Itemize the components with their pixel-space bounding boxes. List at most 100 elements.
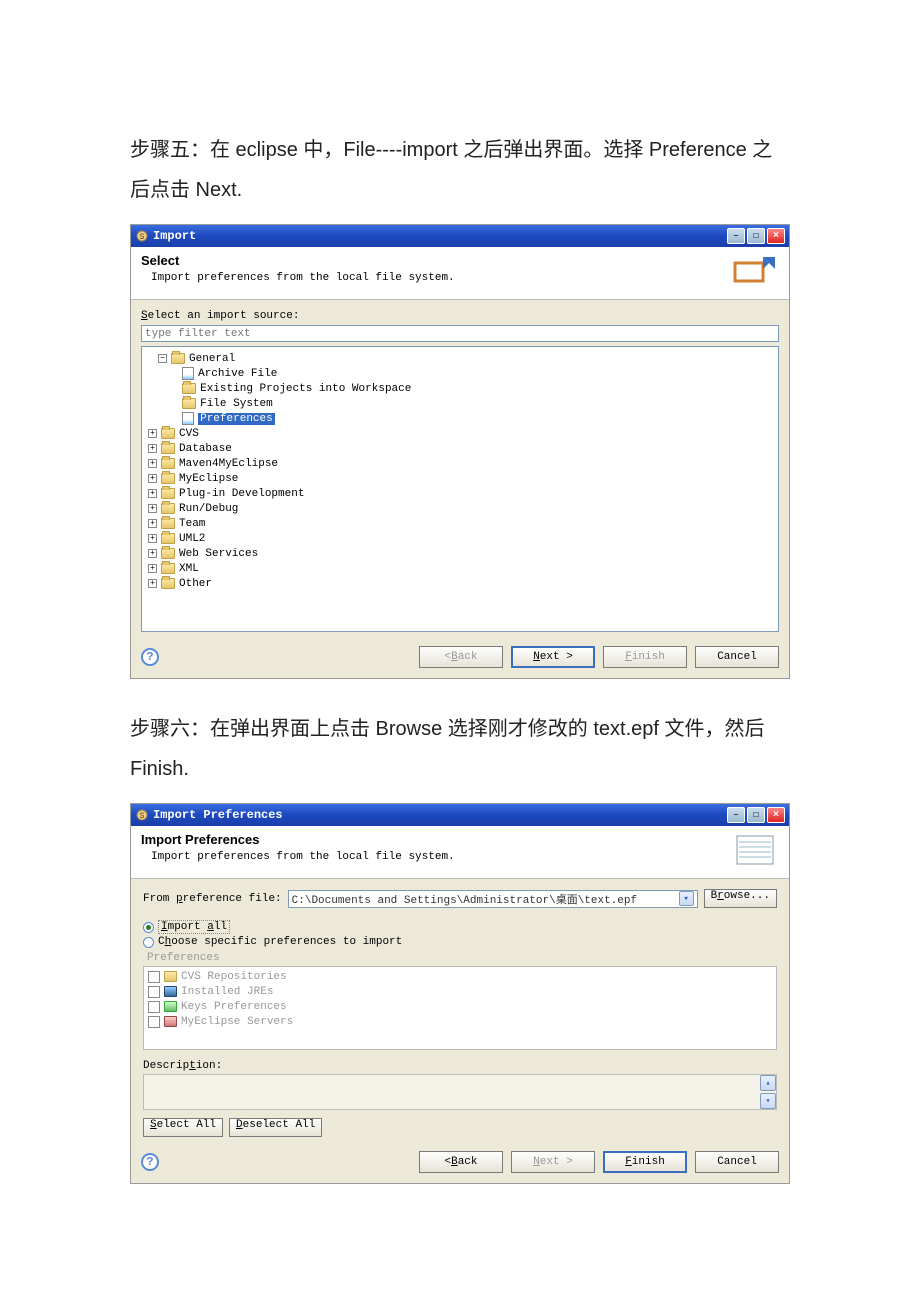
preference-file-combo[interactable]: C:\Documents and Settings\Administrator\… bbox=[288, 890, 698, 908]
archive-file-icon bbox=[182, 367, 194, 380]
choose-specific-radio[interactable]: Choose specific preferences to import bbox=[143, 936, 777, 948]
description-box: ▴ ▾ bbox=[143, 1074, 777, 1110]
header-desc: Import preferences from the local file s… bbox=[141, 851, 455, 863]
import-preferences-dialog: S Import Preferences – ☐ × Import Prefer… bbox=[130, 803, 790, 1184]
spin-up-icon[interactable]: ▴ bbox=[760, 1075, 776, 1091]
select-all-button[interactable]: Select All bbox=[143, 1118, 223, 1137]
dialog-header: Import Preferences Import preferences fr… bbox=[131, 826, 789, 879]
tree-node-general[interactable]: − General bbox=[148, 351, 772, 366]
checkbox-icon[interactable] bbox=[148, 1001, 160, 1013]
expand-icon[interactable]: + bbox=[148, 564, 157, 573]
maximize-button[interactable]: ☐ bbox=[747, 807, 765, 823]
tree-node-cvs[interactable]: + CVS bbox=[148, 426, 772, 441]
import-all-radio[interactable]: Import all bbox=[143, 920, 777, 934]
collapse-icon[interactable]: − bbox=[158, 354, 167, 363]
minimize-button[interactable]: – bbox=[727, 228, 745, 244]
expand-icon[interactable]: + bbox=[148, 429, 157, 438]
dialog-header: Select Import preferences from the local… bbox=[131, 247, 789, 300]
tree-node-filesys[interactable]: File System bbox=[148, 396, 772, 411]
expand-icon[interactable]: + bbox=[148, 474, 157, 483]
minimize-button[interactable]: – bbox=[727, 807, 745, 823]
expand-icon[interactable]: + bbox=[148, 504, 157, 513]
preferences-page-icon bbox=[731, 832, 779, 868]
expand-icon[interactable]: + bbox=[148, 459, 157, 468]
expand-icon[interactable]: + bbox=[148, 519, 157, 528]
tree-label: Web Services bbox=[179, 548, 258, 560]
combo-value: C:\Documents and Settings\Administrator\… bbox=[292, 891, 637, 907]
next-button[interactable]: Next > bbox=[511, 1151, 595, 1173]
pref-item-label: MyEclipse Servers bbox=[181, 1016, 293, 1028]
folder-icon bbox=[161, 443, 175, 454]
finish-button[interactable]: Finish bbox=[603, 646, 687, 668]
folder-icon bbox=[161, 578, 175, 589]
tree-label: MyEclipse bbox=[179, 473, 238, 485]
tree-label: General bbox=[189, 353, 235, 365]
back-button[interactable]: < Back bbox=[419, 646, 503, 668]
maximize-button[interactable]: ☐ bbox=[747, 228, 765, 244]
checkbox-icon[interactable] bbox=[148, 986, 160, 998]
close-button[interactable]: × bbox=[767, 807, 785, 823]
source-label: Select an import source: bbox=[141, 310, 779, 322]
source-tree[interactable]: − General Archive File Existing Projects… bbox=[141, 346, 779, 632]
expand-icon[interactable]: + bbox=[148, 534, 157, 543]
spin-down-icon[interactable]: ▾ bbox=[760, 1093, 776, 1109]
checkbox-icon[interactable] bbox=[148, 971, 160, 983]
folder-icon bbox=[182, 398, 196, 409]
cancel-button[interactable]: Cancel bbox=[695, 1151, 779, 1173]
filter-input[interactable] bbox=[141, 325, 779, 342]
folder-icon bbox=[161, 488, 175, 499]
expand-icon[interactable]: + bbox=[148, 579, 157, 588]
tree-node-other[interactable]: + Other bbox=[148, 576, 772, 591]
tree-label: Database bbox=[179, 443, 232, 455]
tree-node-preferences[interactable]: Preferences bbox=[148, 411, 772, 426]
help-icon[interactable]: ? bbox=[141, 1153, 159, 1171]
folder-icon bbox=[161, 428, 175, 439]
tree-node-webserv[interactable]: + Web Services bbox=[148, 546, 772, 561]
folder-icon bbox=[161, 503, 175, 514]
pref-item-keys[interactable]: Keys Preferences bbox=[148, 999, 772, 1014]
tree-node-plugin[interactable]: + Plug-in Development bbox=[148, 486, 772, 501]
close-button[interactable]: × bbox=[767, 228, 785, 244]
pref-item-label: Keys Preferences bbox=[181, 1001, 287, 1013]
expand-icon[interactable]: + bbox=[148, 444, 157, 453]
title-text: Import bbox=[153, 229, 727, 243]
expand-icon[interactable]: + bbox=[148, 549, 157, 558]
browse-button[interactable]: Browse... bbox=[704, 889, 777, 908]
expand-icon[interactable]: + bbox=[148, 489, 157, 498]
tree-node-myeclipse[interactable]: + MyEclipse bbox=[148, 471, 772, 486]
step5-text: 步骤五：在 eclipse 中，File----import 之后弹出界面。选择… bbox=[130, 130, 790, 210]
tree-node-uml2[interactable]: + UML2 bbox=[148, 531, 772, 546]
step6-text: 步骤六：在弹出界面上点击 Browse 选择刚才修改的 text.epf 文件，… bbox=[130, 709, 790, 789]
title-text: Import Preferences bbox=[153, 808, 727, 822]
tree-node-rundebug[interactable]: + Run/Debug bbox=[148, 501, 772, 516]
header-title: Select bbox=[141, 253, 455, 268]
tree-node-maven[interactable]: + Maven4MyEclipse bbox=[148, 456, 772, 471]
radio-icon bbox=[143, 937, 154, 948]
pref-item-label: CVS Repositories bbox=[181, 971, 287, 983]
tree-label: XML bbox=[179, 563, 199, 575]
tree-label: CVS bbox=[179, 428, 199, 440]
pref-item-servers[interactable]: MyEclipse Servers bbox=[148, 1014, 772, 1029]
titlebar[interactable]: S Import Preferences – ☐ × bbox=[131, 804, 789, 826]
tree-label: Other bbox=[179, 578, 212, 590]
deselect-all-button[interactable]: Deselect All bbox=[229, 1118, 322, 1137]
folder-icon bbox=[171, 353, 185, 364]
tree-node-archive[interactable]: Archive File bbox=[148, 366, 772, 381]
tree-node-existing[interactable]: Existing Projects into Workspace bbox=[148, 381, 772, 396]
tree-node-xml[interactable]: + XML bbox=[148, 561, 772, 576]
tree-node-team[interactable]: + Team bbox=[148, 516, 772, 531]
next-button[interactable]: Next > bbox=[511, 646, 595, 668]
cancel-button[interactable]: Cancel bbox=[695, 646, 779, 668]
checkbox-icon[interactable] bbox=[148, 1016, 160, 1028]
back-button[interactable]: < Back bbox=[419, 1151, 503, 1173]
tree-node-database[interactable]: + Database bbox=[148, 441, 772, 456]
help-icon[interactable]: ? bbox=[141, 648, 159, 666]
pref-item-jres[interactable]: Installed JREs bbox=[148, 984, 772, 999]
dropdown-arrow-icon[interactable]: ▾ bbox=[679, 891, 694, 906]
tree-label: Plug-in Development bbox=[179, 488, 304, 500]
pref-item-cvs[interactable]: CVS Repositories bbox=[148, 969, 772, 984]
preferences-label: Preferences bbox=[147, 952, 777, 964]
svg-text:S: S bbox=[140, 812, 145, 821]
finish-button[interactable]: Finish bbox=[603, 1151, 687, 1173]
titlebar[interactable]: S Import – ☐ × bbox=[131, 225, 789, 247]
